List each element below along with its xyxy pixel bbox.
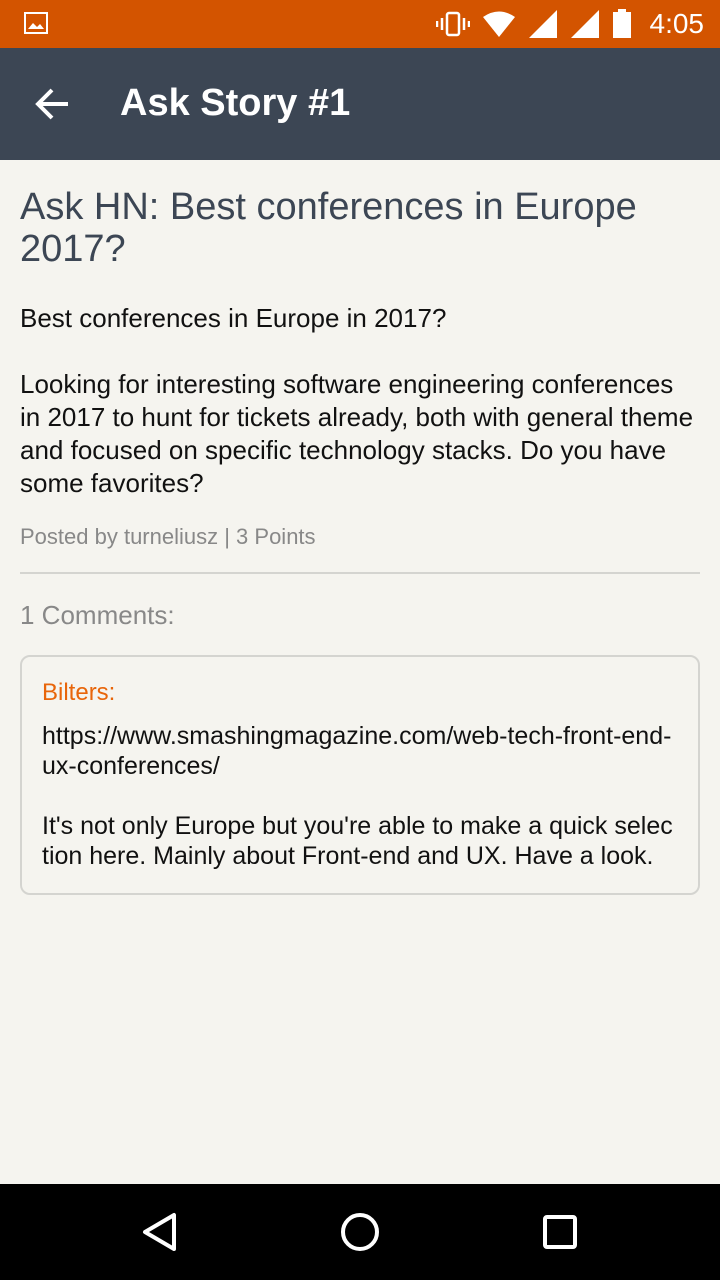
comment-card: Bilters: https://www.smashingmagazine.co… [20,655,700,895]
arrow-back-icon [35,88,68,120]
status-time: 4:05 [649,8,705,39]
image-icon [24,12,48,34]
signal-icon [528,10,557,38]
divider [20,572,700,574]
battery-icon [612,9,631,38]
comment-author: Bilters: [42,679,116,706]
comments-heading: 1 Comments: [20,600,175,630]
back-button[interactable] [32,84,72,124]
navigation-bar [0,1184,720,1280]
app-bar: Ask Story #1 [0,48,720,160]
nav-back-button[interactable] [138,1210,182,1254]
wifi-icon [482,11,515,37]
comment-text[interactable]: https://www.smashingmagazine.com/web-tec… [42,721,678,871]
status-bar: 4:05 [0,0,720,48]
story-body: Best conferences in Europe in 2017? Look… [20,303,694,498]
story-content: Ask HN: Best conferences in Europe 2017?… [20,160,700,895]
story-meta: Posted by turneliusz | 3 Points [20,524,316,549]
home-circle-icon [341,1213,379,1251]
signal-icon [570,10,599,38]
recents-square-icon [543,1215,577,1249]
vibrate-icon [435,11,470,37]
story-title: Ask HN: Best conferences in Europe 2017? [20,186,637,270]
page-title: Ask Story #1 [120,82,351,124]
back-triangle-icon [143,1213,176,1251]
nav-recents-button[interactable] [538,1210,582,1254]
nav-home-button[interactable] [338,1210,382,1254]
